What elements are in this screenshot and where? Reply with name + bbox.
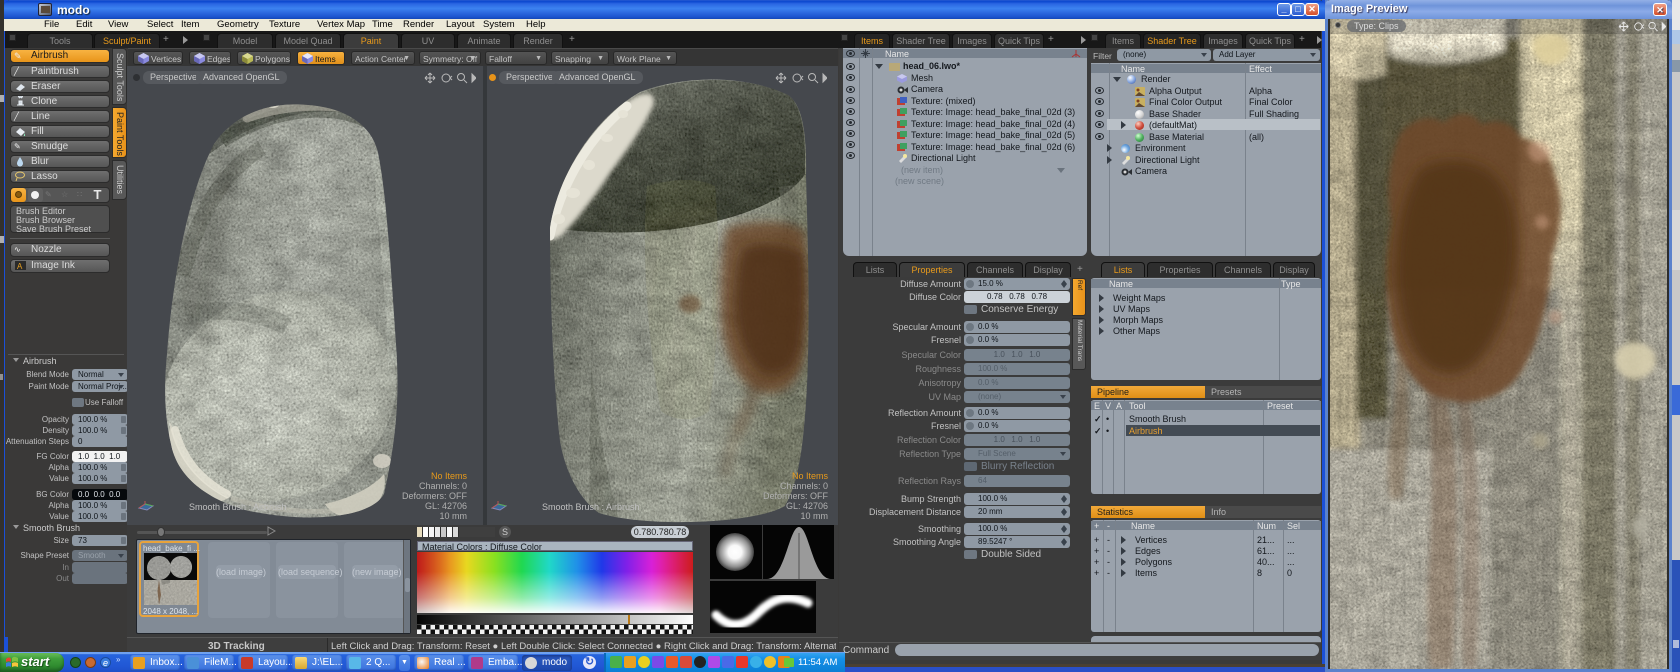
svg-text:A: A xyxy=(17,262,23,271)
